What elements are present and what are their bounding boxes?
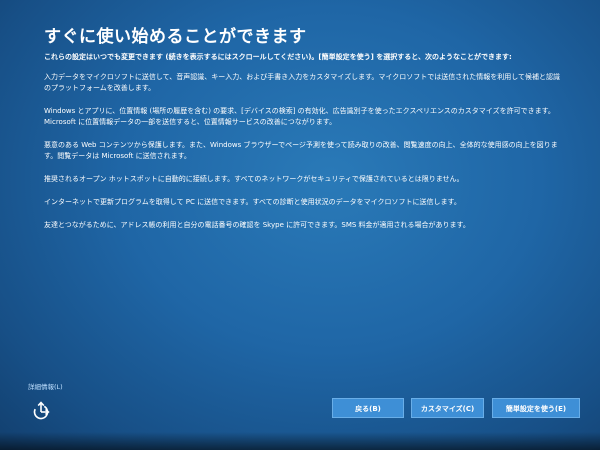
bottom-edge-shadow xyxy=(0,432,600,450)
express-settings-button[interactable]: 簡単設定を使う(E) xyxy=(492,398,580,418)
paragraph-location: Windows とアプリに、位置情報 (場所の履歴を含む) の要求、[デバイスの… xyxy=(44,107,555,126)
paragraph-updates: インターネットで更新プログラムを取得して PC に送信できます。すべての診断と使… xyxy=(44,198,461,206)
ease-of-access-icon[interactable] xyxy=(30,400,52,422)
paragraph-input-personalization: 入力データをマイクロソフトに送信して、音声認識、キー入力、および手書き入力をカス… xyxy=(44,73,561,92)
intro-text: これらの設定はいつでも変更できます (続きを表示するにはスクロールしてください)… xyxy=(44,53,512,61)
details-link[interactable]: 詳細情報(L) xyxy=(28,381,63,391)
paragraph-browser-protection: 悪意のある Web コンテンツから保護します。また、Windows ブラウザーで… xyxy=(44,141,558,160)
paragraph-hotspots: 推奨されるオープン ホットスポットに自動的に接続します。すべてのネットワークがセ… xyxy=(44,175,464,183)
customize-button[interactable]: カスタマイズ(C) xyxy=(411,398,484,418)
back-button[interactable]: 戻る(B) xyxy=(332,398,404,418)
page-title: すぐに使い始めることができます xyxy=(44,27,307,47)
settings-description: これらの設定はいつでも変更できます (続きを表示するにはスクロールしてください)… xyxy=(44,52,564,243)
paragraph-skype: 友達とつながるために、アドレス帳の利用と自分の電話番号の確認を Skype に許… xyxy=(44,221,470,229)
setup-screen: すぐに使い始めることができます これらの設定はいつでも変更できます (続きを表示… xyxy=(0,0,600,450)
